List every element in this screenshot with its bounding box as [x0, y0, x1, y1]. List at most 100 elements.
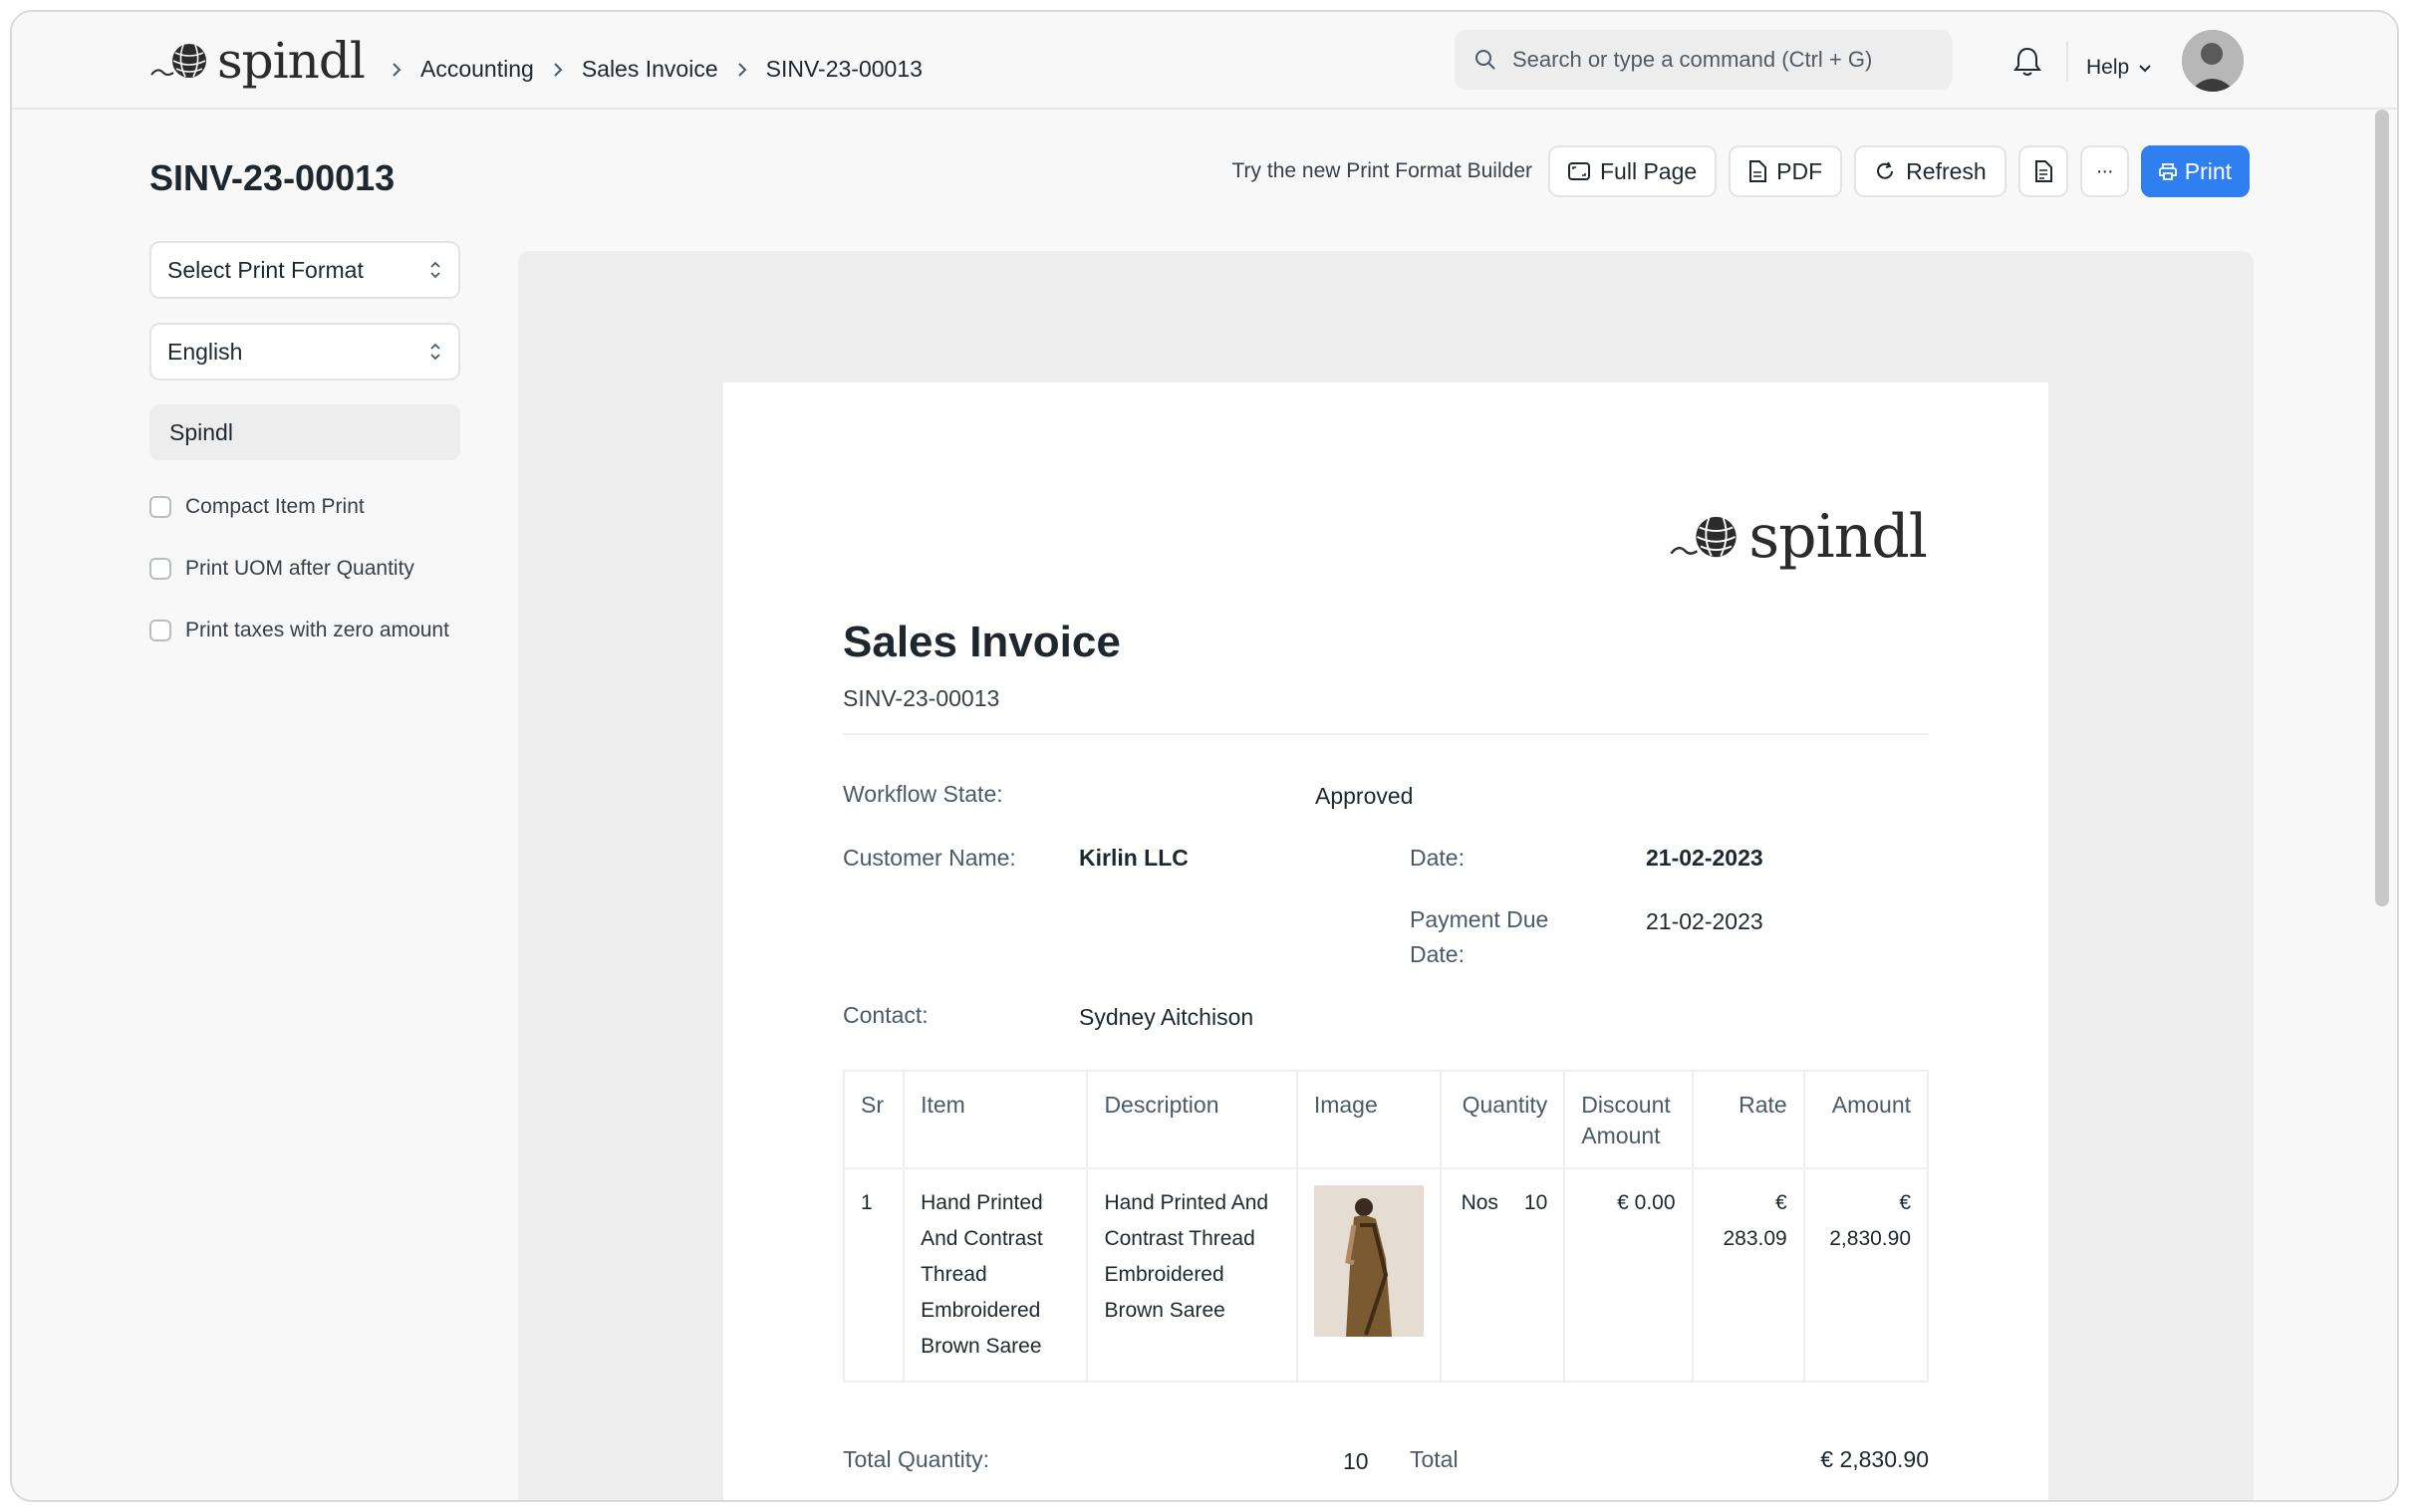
- invoice-logo-text: spindl: [1748, 502, 1928, 572]
- full-page-icon: [1568, 162, 1590, 180]
- avatar[interactable]: [2182, 30, 2244, 92]
- help-dropdown[interactable]: Help: [2086, 56, 2153, 80]
- row-sr: 1: [842, 1167, 906, 1383]
- user-avatar-icon: [2182, 30, 2244, 92]
- row-image-cell: [1295, 1167, 1443, 1383]
- toolbar: Try the new Print Format Builder Full Pa…: [1232, 145, 2250, 197]
- search-input[interactable]: Search or type a command (Ctrl + G): [1455, 30, 1953, 90]
- breadcrumb-accounting[interactable]: Accounting: [420, 56, 534, 83]
- date-label: Date:: [1410, 845, 1465, 871]
- row-description: Hand Printed And Contrast Thread Embroid…: [1086, 1167, 1298, 1383]
- print-uom-after-quantity-checkbox[interactable]: Print UOM after Quantity: [149, 538, 460, 600]
- navbar: spindl Accounting Sales Invoice SINV-23-…: [12, 12, 2397, 110]
- print-format-builder-link[interactable]: Try the new Print Format Builder: [1232, 159, 1533, 183]
- column-header: Description: [1086, 1070, 1298, 1169]
- invoice-sheet: spindl Sales Invoice SINV-23-00013 Workf…: [723, 382, 2048, 1500]
- total-label: Total: [1410, 1446, 1459, 1472]
- search-icon: [1475, 50, 1495, 70]
- language-value: English: [167, 338, 243, 365]
- breadcrumb-sales-invoice[interactable]: Sales Invoice: [582, 56, 718, 83]
- checkbox-label: Compact Item Print: [185, 495, 365, 518]
- row-rate: € 283.09: [1691, 1167, 1805, 1383]
- chevron-right-icon: [393, 62, 402, 77]
- print-taxes-zero-amount-checkbox[interactable]: Print taxes with zero amount: [149, 600, 460, 661]
- saree-model-image: [1313, 1185, 1424, 1337]
- full-page-label: Full Page: [1600, 157, 1698, 184]
- updown-chevron-icon: [430, 343, 440, 361]
- more-actions-button[interactable]: ···: [2079, 145, 2129, 197]
- print-button[interactable]: Print: [2140, 145, 2250, 197]
- bell-icon[interactable]: [2012, 46, 2042, 78]
- checkbox[interactable]: [149, 620, 171, 641]
- payment-due-label: Payment Due: [1410, 906, 1549, 932]
- page-title: SINV-23-00013: [149, 157, 396, 198]
- search-placeholder: Search or type a command (Ctrl + G): [1512, 47, 1873, 72]
- customer-name-value: Kirlin LLC: [1079, 845, 1189, 871]
- print-label: Print: [2184, 157, 2232, 184]
- total-quantity-value: 10: [1343, 1448, 1369, 1474]
- print-preview-area: spindl Sales Invoice SINV-23-00013 Workf…: [518, 251, 2254, 1500]
- table-row: 1 Hand Printed And Contrast Thread Embro…: [842, 1167, 1930, 1383]
- file-icon: [1749, 160, 1767, 182]
- workflow-state-label: Workflow State:: [843, 781, 1003, 807]
- app-logo[interactable]: spindl: [149, 32, 366, 90]
- letterhead-value: Spindl: [169, 418, 233, 445]
- date-value: 21-02-2023: [1646, 845, 1763, 871]
- contact-label: Contact:: [843, 1002, 929, 1028]
- customer-name-label: Customer Name:: [843, 845, 1016, 871]
- language-select[interactable]: English: [149, 323, 460, 380]
- document-icon: [2034, 160, 2052, 182]
- breadcrumb-current-doc[interactable]: SINV-23-00013: [766, 56, 923, 83]
- print-settings-sidebar: Select Print Format English Spindl Compa…: [149, 241, 460, 661]
- checkbox[interactable]: [149, 558, 171, 580]
- items-table: Sr Item Description Image Quantity Disco…: [842, 1070, 1930, 1383]
- column-header: Image: [1295, 1070, 1443, 1169]
- table-header-row: Sr Item Description Image Quantity Disco…: [842, 1070, 1930, 1169]
- document-settings-button[interactable]: [2017, 145, 2068, 197]
- row-discount: € 0.00: [1563, 1167, 1694, 1383]
- invoice-number: SINV-23-00013: [843, 685, 1000, 711]
- chevron-right-icon: [554, 62, 563, 77]
- pdf-button[interactable]: PDF: [1729, 145, 1843, 197]
- amount-value: 2,830.90: [1829, 1227, 1911, 1250]
- amount-currency: €: [1899, 1191, 1911, 1214]
- column-header: Quantity: [1440, 1070, 1566, 1169]
- full-page-button[interactable]: Full Page: [1548, 145, 1718, 197]
- checkbox-label: Print UOM after Quantity: [185, 557, 414, 580]
- letterhead-field[interactable]: Spindl: [149, 404, 460, 460]
- row-amount: € 2,830.90: [1802, 1167, 1930, 1383]
- column-header: Rate: [1691, 1070, 1805, 1169]
- column-header: Discount Amount: [1563, 1070, 1694, 1169]
- scrollbar-thumb[interactable]: [2375, 110, 2389, 906]
- help-label: Help: [2086, 56, 2130, 79]
- column-header: Amount: [1802, 1070, 1930, 1169]
- row-qty: 10: [1523, 1191, 1548, 1214]
- print-format-select[interactable]: Select Print Format: [149, 241, 460, 299]
- printer-icon: [2158, 163, 2177, 180]
- checkbox-label: Print taxes with zero amount: [185, 619, 449, 641]
- logo-text: spindl: [217, 32, 366, 90]
- refresh-button[interactable]: Refresh: [1854, 145, 2007, 197]
- divider: [843, 733, 1929, 735]
- workflow-state-value: Approved: [1315, 783, 1414, 809]
- breadcrumb: Accounting Sales Invoice SINV-23-00013: [373, 56, 923, 83]
- product-image: [1313, 1185, 1424, 1337]
- chevron-right-icon: [737, 62, 747, 77]
- more-icon: ···: [2095, 159, 2114, 182]
- refresh-icon: [1877, 161, 1894, 179]
- column-header: Item: [903, 1070, 1089, 1169]
- compact-item-print-checkbox[interactable]: Compact Item Print: [149, 476, 460, 538]
- contact-value: Sydney Aitchison: [1079, 1004, 1254, 1030]
- total-value: € 2,830.90: [1820, 1446, 1929, 1472]
- chevron-down-icon: [2139, 65, 2151, 73]
- yarn-ball-icon: [1670, 516, 1738, 558]
- invoice-logo: spindl: [1669, 502, 1928, 572]
- checkbox[interactable]: [149, 496, 171, 518]
- page-scrollbar[interactable]: [2375, 110, 2389, 906]
- payment-due-label-2: Date:: [1410, 941, 1465, 967]
- navbar-divider: [2066, 42, 2068, 82]
- row-uom: Nos: [1461, 1191, 1498, 1214]
- rate-value: 283.09: [1723, 1227, 1787, 1250]
- pdf-label: PDF: [1776, 157, 1823, 184]
- yarn-ball-icon: [150, 44, 206, 78]
